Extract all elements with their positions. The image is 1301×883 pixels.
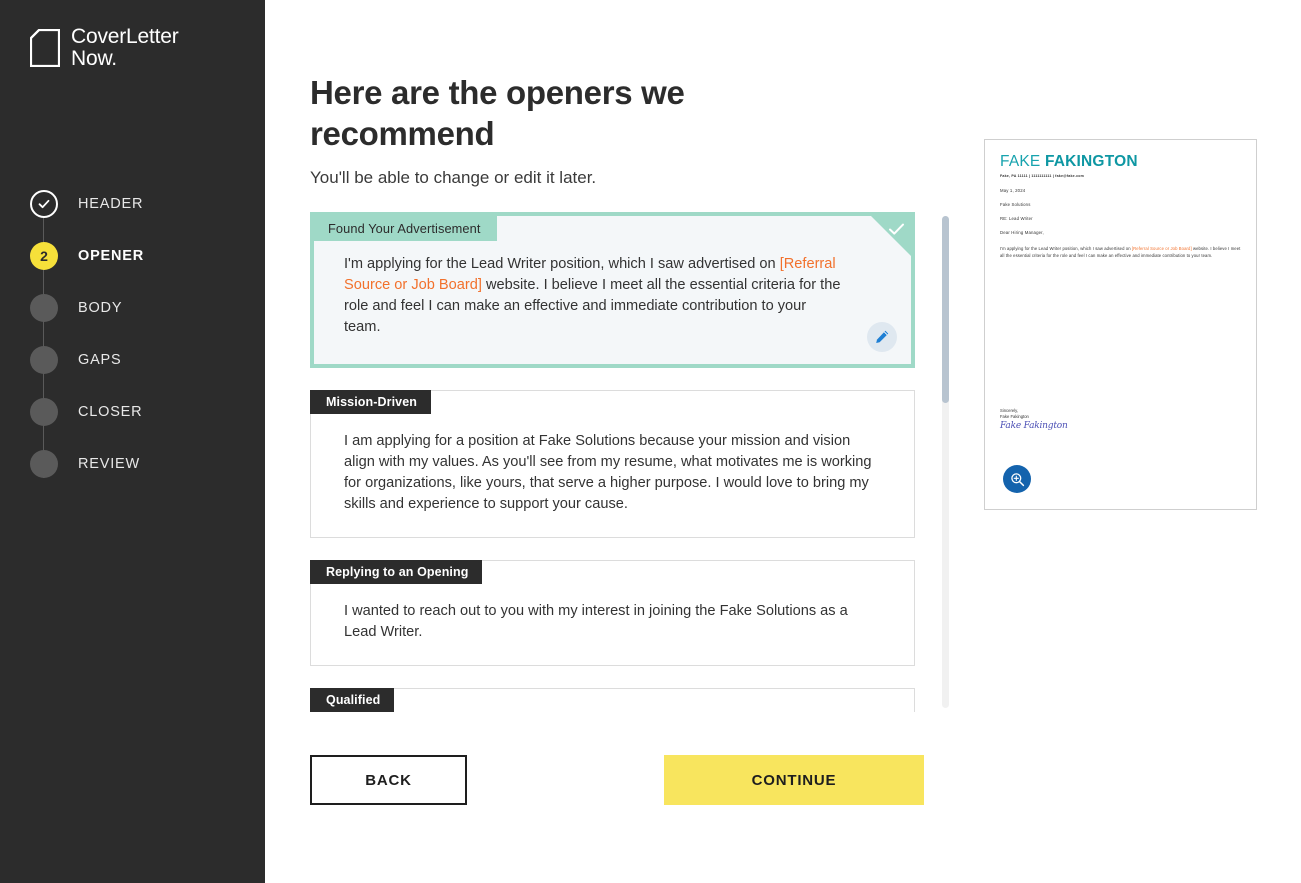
sidebar-item-closer[interactable]: CLOSER: [30, 386, 240, 478]
preview-salutation: Dear Hiring Manager,: [1000, 230, 1044, 235]
options-scrollbar[interactable]: [942, 216, 949, 708]
step-marker-opener: 2: [30, 242, 58, 270]
step-nav: HEADER 2 OPENER BODY GAPS CLOSER REVIEW: [30, 178, 240, 490]
sidebar-item-label-gaps: GAPS: [78, 352, 122, 368]
check-icon: [889, 223, 904, 235]
opener-card-selected[interactable]: Found Your Advertisement I'm applying fo…: [310, 212, 915, 368]
sidebar-item-label-body: BODY: [78, 300, 123, 316]
preview-zoom-button[interactable]: [1003, 465, 1031, 493]
page-title: Here are the openers we recommend: [310, 74, 685, 152]
pencil-icon: [876, 330, 889, 343]
opener-card-label: Qualified: [310, 688, 395, 712]
sidebar-item-body[interactable]: BODY: [30, 282, 240, 374]
preview-body-placeholder: [Referral Source or Job Board]: [1131, 246, 1192, 251]
preview-contact: Fake, PA 11111 | 1111111111 | fake@fake.…: [1000, 174, 1085, 178]
preview-company: Fake Solutions: [1000, 202, 1031, 207]
brand-line-2: Now.: [71, 47, 117, 70]
step-marker-header: [30, 190, 58, 218]
step-marker-closer: [30, 398, 58, 426]
page-subtitle: You'll be able to change or edit it late…: [310, 168, 597, 187]
opener-card[interactable]: Replying to an Opening I wanted to reach…: [310, 560, 915, 666]
preview-date: May 1, 2024: [1000, 188, 1026, 193]
opener-card-text: I am excited to apply for the Lead Write…: [311, 689, 914, 712]
opener-card-label: Mission-Driven: [310, 390, 431, 414]
sidebar-item-review[interactable]: REVIEW: [30, 438, 240, 490]
step-marker-review: [30, 450, 58, 478]
preview-name-last: FAKINGTON: [1044, 153, 1138, 170]
preview-body: I'm applying for the Lead Writer positio…: [1000, 246, 1243, 259]
check-icon: [38, 199, 50, 209]
sidebar-item-gaps[interactable]: GAPS: [30, 334, 240, 426]
cover-letter-preview[interactable]: FAKE FAKINGTON Fake, PA 11111 | 11111111…: [984, 139, 1257, 510]
opener-card[interactable]: Mission-Driven I am applying for a posit…: [310, 390, 915, 538]
opener-card-label: Found Your Advertisement: [314, 216, 497, 241]
brand-line-1: CoverLetter: [71, 25, 179, 48]
opener-card-label: Replying to an Opening: [310, 560, 483, 584]
back-button[interactable]: BACK: [310, 755, 467, 805]
preview-body-before: I'm applying for the Lead Writer positio…: [1000, 246, 1132, 251]
preview-name-first: FAKE: [1000, 153, 1045, 170]
preview-document: FAKE FAKINGTON Fake, PA 11111 | 11111111…: [1000, 153, 1243, 259]
app-root: CoverLetter Now. HEADER 2 OPENER BODY GA…: [0, 0, 1301, 883]
preview-subject: RE: Lead Writer: [1000, 216, 1033, 221]
magnifier-plus-icon: [1010, 472, 1024, 486]
opener-text-before: I'm applying for the Lead Writer positio…: [344, 256, 780, 272]
sidebar-item-header[interactable]: HEADER: [30, 178, 240, 270]
opener-options-list: Found Your Advertisement I'm applying fo…: [310, 212, 990, 712]
brand-logo[interactable]: CoverLetter Now.: [0, 0, 265, 70]
continue-button[interactable]: CONTINUE: [664, 755, 924, 805]
sidebar-item-label-closer: CLOSER: [78, 404, 143, 420]
step-marker-body: [30, 294, 58, 322]
edit-opener-button[interactable]: [867, 322, 897, 352]
sidebar: CoverLetter Now. HEADER 2 OPENER BODY GA…: [0, 0, 265, 883]
sidebar-item-label-review: REVIEW: [78, 456, 140, 472]
preview-signature: Fake Fakington: [1000, 421, 1068, 431]
step-marker-gaps: [30, 346, 58, 374]
opener-card[interactable]: Qualified I am excited to apply for the …: [310, 688, 915, 712]
main-content: Here are the openers we recommend You'll…: [265, 0, 1301, 883]
sidebar-item-opener[interactable]: 2 OPENER: [30, 230, 240, 322]
scrollbar-thumb[interactable]: [942, 216, 949, 403]
sidebar-item-label-header: HEADER: [78, 196, 144, 212]
brand-name: CoverLetter Now.: [71, 26, 179, 70]
sidebar-item-label-opener: OPENER: [78, 248, 145, 264]
page-heading-block: Here are the openers we recommend You'll…: [310, 0, 980, 188]
preview-signer: Fake Fakington: [1000, 414, 1029, 419]
document-icon: [29, 28, 61, 68]
preview-name: FAKE FAKINGTON: [1000, 153, 1243, 171]
preview-closing-block: Sincerely, Fake Fakington: [1000, 408, 1029, 420]
